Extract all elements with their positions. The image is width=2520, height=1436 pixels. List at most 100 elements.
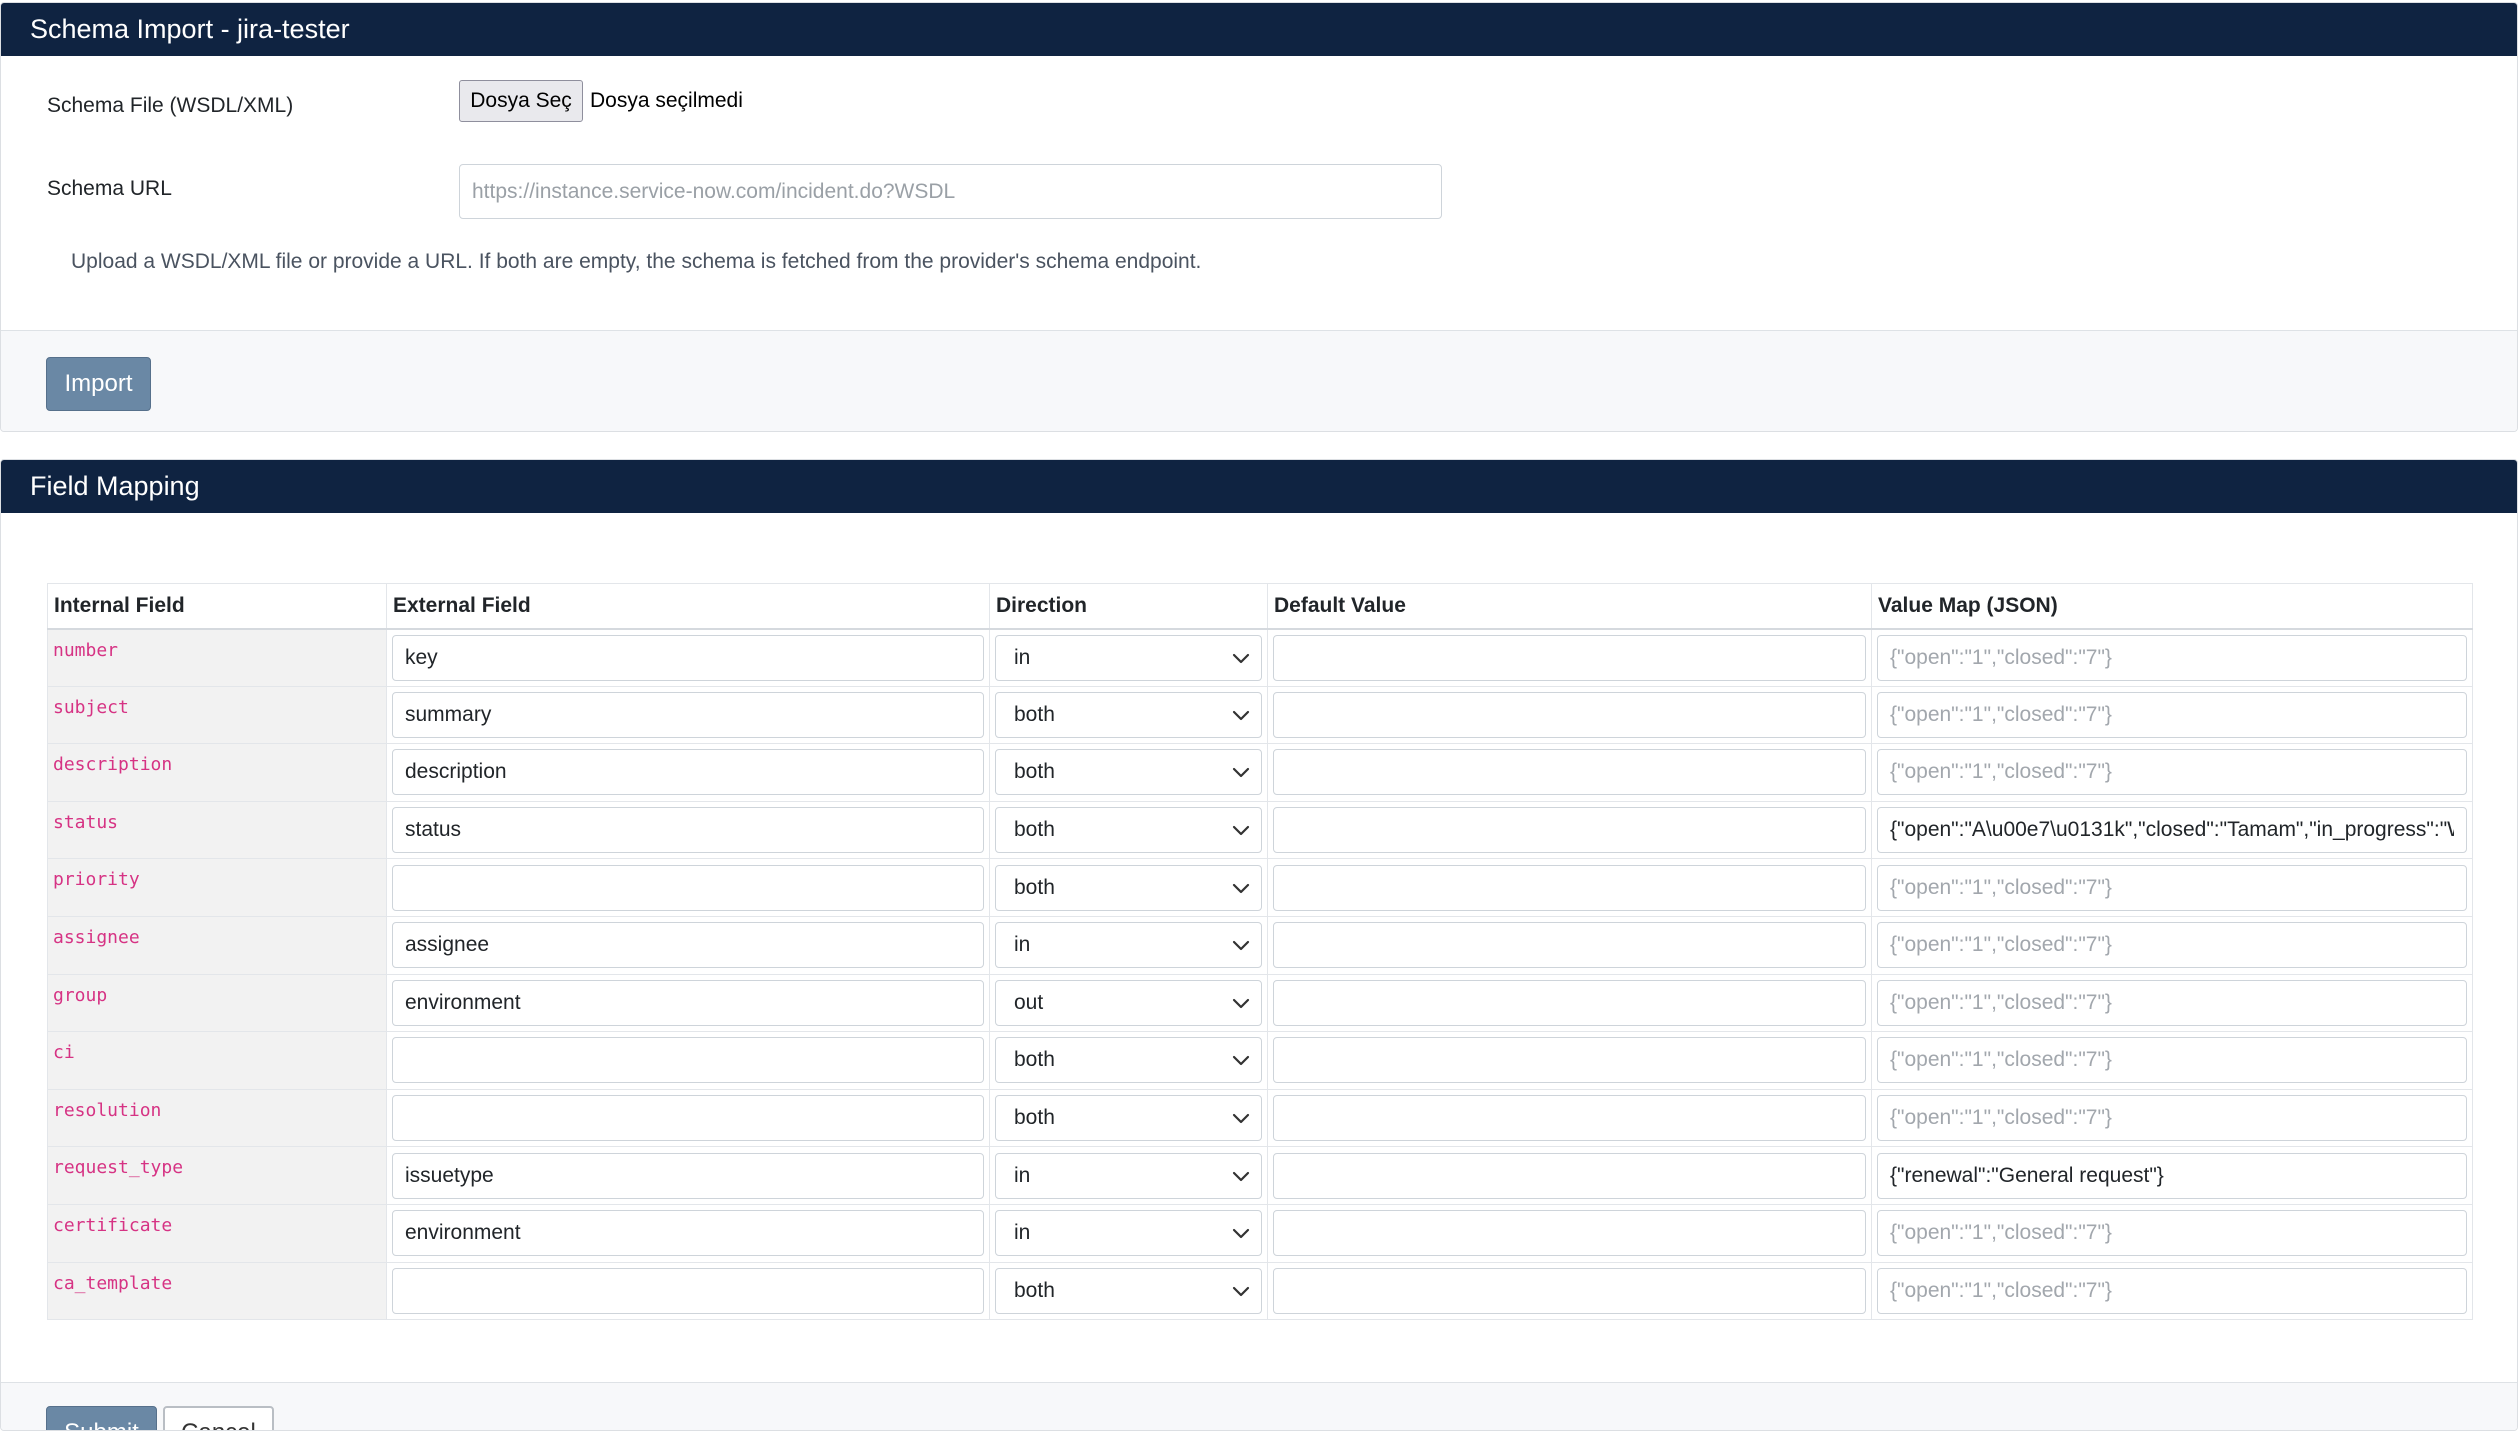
cancel-button[interactable]: Cancel (163, 1406, 274, 1430)
external-field-input[interactable] (392, 922, 984, 969)
value-map-input[interactable] (1877, 1152, 2467, 1199)
external-field-cell (386, 685, 990, 745)
value-map-input[interactable] (1877, 979, 2467, 1026)
table-row: assignee in (47, 915, 2473, 975)
external-field-input[interactable] (392, 1095, 984, 1142)
direction-value: in (1014, 1221, 1031, 1245)
direction-select[interactable]: both (995, 1037, 1262, 1084)
internal-field-cell: status (47, 800, 387, 860)
column-header-default-value: Default Value (1267, 583, 1872, 630)
table-row: resolution both (47, 1088, 2473, 1148)
direction-value: both (1014, 1048, 1055, 1072)
direction-select[interactable]: in (995, 1152, 1262, 1199)
default-value-input[interactable] (1273, 691, 1866, 738)
chevron-down-icon (1231, 1225, 1251, 1243)
direction-value: both (1014, 818, 1055, 842)
value-map-cell (1871, 743, 2473, 802)
value-map-input[interactable] (1877, 691, 2467, 738)
default-value-cell (1267, 973, 1872, 1033)
external-field-input[interactable] (392, 1210, 984, 1257)
external-field-input[interactable] (392, 634, 984, 681)
import-button[interactable]: Import (46, 357, 151, 411)
choose-file-button[interactable]: Dosya Seç (459, 80, 583, 122)
direction-value: out (1014, 990, 1044, 1014)
external-field-input[interactable] (392, 691, 984, 738)
default-value-input[interactable] (1273, 1037, 1866, 1084)
default-value-input[interactable] (1273, 922, 1866, 969)
value-map-cell (1871, 1146, 2473, 1205)
default-value-input[interactable] (1273, 1152, 1866, 1199)
default-value-input[interactable] (1273, 1267, 1866, 1314)
external-field-cell (386, 1261, 990, 1321)
value-map-input[interactable] (1877, 1267, 2467, 1314)
default-value-input[interactable] (1273, 634, 1866, 681)
direction-select[interactable]: in (995, 922, 1262, 969)
direction-select[interactable]: both (995, 691, 1262, 738)
table-row: request_type in (47, 1146, 2473, 1205)
internal-field-name: status (53, 811, 119, 833)
internal-field-name: number (53, 639, 119, 661)
table-header-row: Internal Field External Field Direction … (47, 583, 2473, 630)
direction-select[interactable]: both (995, 1267, 1262, 1314)
direction-select[interactable]: both (995, 807, 1262, 854)
default-value-input[interactable] (1273, 749, 1866, 796)
direction-select[interactable]: in (995, 634, 1262, 681)
value-map-input[interactable] (1877, 634, 2467, 681)
direction-cell: both (989, 743, 1268, 802)
direction-cell: in (989, 628, 1268, 687)
direction-select[interactable]: both (995, 749, 1262, 796)
direction-cell: in (989, 1203, 1268, 1263)
external-field-input[interactable] (392, 1152, 984, 1199)
value-map-cell (1871, 628, 2473, 687)
submit-button[interactable]: Submit (46, 1406, 157, 1430)
value-map-cell (1871, 800, 2473, 860)
direction-cell: in (989, 915, 1268, 975)
default-value-input[interactable] (1273, 1210, 1866, 1257)
direction-value: in (1014, 933, 1031, 957)
internal-field-cell: number (47, 628, 387, 687)
default-value-cell (1267, 1203, 1872, 1263)
direction-select[interactable]: both (995, 1095, 1262, 1142)
default-value-cell (1267, 685, 1872, 745)
column-header-external-field: External Field (386, 583, 990, 630)
external-field-cell (386, 973, 990, 1033)
external-field-input[interactable] (392, 749, 984, 796)
default-value-input[interactable] (1273, 1095, 1866, 1142)
default-value-cell (1267, 858, 1872, 917)
default-value-input[interactable] (1273, 979, 1866, 1026)
schema-url-input[interactable] (459, 164, 1442, 219)
default-value-cell (1267, 628, 1872, 687)
external-field-input[interactable] (392, 1037, 984, 1084)
value-map-input[interactable] (1877, 1210, 2467, 1257)
internal-field-name: ci (53, 1042, 75, 1064)
value-map-input[interactable] (1877, 807, 2467, 854)
value-map-input[interactable] (1877, 749, 2467, 796)
external-field-input[interactable] (392, 1267, 984, 1314)
schema-file-label: Schema File (WSDL/XML) (47, 94, 294, 117)
internal-field-cell: certificate (47, 1203, 387, 1263)
direction-cell: both (989, 685, 1268, 745)
external-field-input[interactable] (392, 807, 984, 854)
internal-field-name: resolution (53, 1099, 162, 1121)
direction-select[interactable]: out (995, 979, 1262, 1026)
default-value-input[interactable] (1273, 807, 1866, 854)
value-map-input[interactable] (1877, 1095, 2467, 1142)
value-map-input[interactable] (1877, 864, 2467, 911)
field-mapping-footer: Submit Cancel (1, 1382, 2517, 1430)
external-field-input[interactable] (392, 979, 984, 1026)
schema-import-footer: Import (1, 330, 2517, 431)
default-value-input[interactable] (1273, 864, 1866, 911)
field-mapping-card: Field Mapping Internal Field External Fi… (0, 459, 2518, 1431)
external-field-input[interactable] (392, 864, 984, 911)
field-mapping-title: Field Mapping (30, 471, 200, 501)
internal-field-name: request_type (53, 1157, 184, 1179)
external-field-cell (386, 1088, 990, 1148)
internal-field-name: certificate (53, 1214, 173, 1236)
field-mapping-table: Internal Field External Field Direction … (47, 583, 2473, 1321)
direction-select[interactable]: both (995, 864, 1262, 911)
value-map-input[interactable] (1877, 1037, 2467, 1084)
file-status-text: Dosya seçilmedi (590, 89, 743, 112)
value-map-input[interactable] (1877, 922, 2467, 969)
chevron-down-icon (1231, 880, 1251, 898)
direction-select[interactable]: in (995, 1210, 1262, 1257)
